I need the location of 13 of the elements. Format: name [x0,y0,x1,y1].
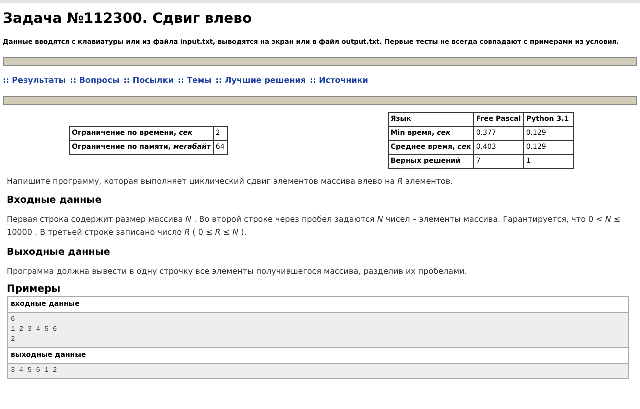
section-heading: Входные данные [7,195,102,207]
section-text: Первая строка содержит размер массива N . Во второй строке через пробел задаются N чисел – элементы массива. Гарантируется, что 0 < N ≤ 10000 . В третьей строке записано число R ( 0 ≤ R ≤ N ). [7,214,622,239]
examples-heading: Примеры [7,284,61,296]
section-text: Программа должна вывести в одну строчку все элементы получившегося массива, разделив их пробелами. [7,266,468,278]
nav-link[interactable]: :: Посылки [124,76,174,86]
section-heading: Выходные данные [7,247,110,259]
nav-link[interactable]: :: Источники [310,76,368,86]
statement-text: Напишите программу, которая выполняет циклический сдвиг элементов массива влево на R элементов. [7,176,454,187]
nav-link[interactable]: :: Лучшие решения [216,76,306,86]
nav-link[interactable]: :: Вопросы [70,76,120,86]
nav-link[interactable]: :: Темы [178,76,212,86]
nav-link[interactable]: :: Результаты [3,76,66,86]
page-title: Задача №112300. Сдвиг влево [3,10,252,28]
